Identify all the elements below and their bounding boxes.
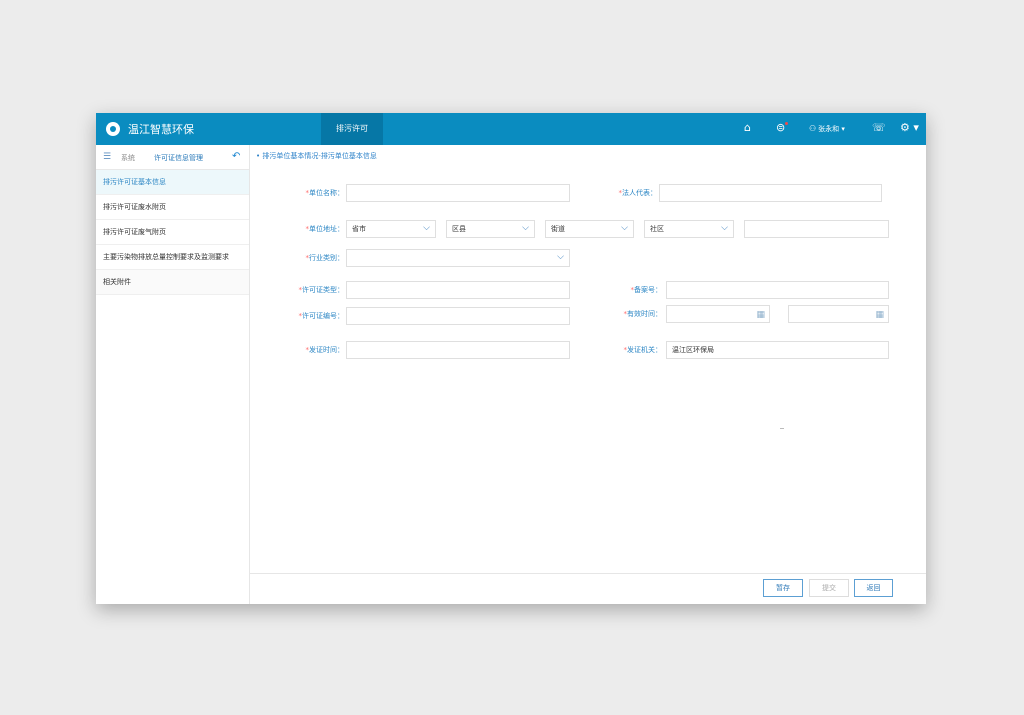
sidebar-item-basic-info[interactable]: 排污许可证基本信息 <box>96 170 249 195</box>
unit-name-field[interactable] <box>346 184 570 202</box>
app-title: 温江智慧环保 <box>128 123 194 136</box>
permit-type-field[interactable] <box>346 281 570 299</box>
legal-rep-label: *法人代表： <box>618 189 658 197</box>
phone-icon[interactable]: ☏ <box>872 121 886 134</box>
settings-icon[interactable]: ⚙ ▾ <box>900 121 919 134</box>
permit-management-title: 许可证信息管理 <box>154 154 203 162</box>
save-draft-button[interactable]: 暂存 <box>763 579 803 597</box>
message-icon[interactable]: ⊜ <box>776 121 785 134</box>
province-select[interactable]: 省市 <box>346 220 436 238</box>
system-label[interactable]: 系统 <box>121 153 135 163</box>
permit-no-label: *许可证编号： <box>298 312 345 320</box>
unit-name-label: *单位名称： <box>305 189 345 197</box>
industry-label: *行业类别： <box>305 254 345 262</box>
back-icon[interactable]: ↶ <box>232 151 240 162</box>
valid-end-date[interactable] <box>788 305 889 324</box>
date-range-separator <box>780 428 784 429</box>
legal-rep-field[interactable] <box>659 184 882 202</box>
issue-time-field[interactable] <box>346 341 570 359</box>
industry-select[interactable] <box>346 249 570 267</box>
issuer-field[interactable]: 温江区环保局 <box>666 341 889 359</box>
district-select[interactable]: 区县 <box>446 220 535 238</box>
street-select[interactable]: 街道 <box>545 220 634 238</box>
sidebar-item-attachments[interactable]: 相关附件 <box>96 270 249 295</box>
notification-dot <box>785 122 788 125</box>
submit-button[interactable]: 提交 <box>809 579 849 597</box>
user-name: 张永和 <box>818 125 840 133</box>
sidebar-item-total-control[interactable]: 主要污染物排放总量控制要求及监测要求 <box>96 245 249 270</box>
issue-time-label: *发证时间： <box>305 346 345 354</box>
user-menu[interactable]: 张永和 ▾ <box>809 124 845 134</box>
home-icon[interactable]: ⌂ <box>744 121 751 134</box>
footer-divider <box>250 573 926 574</box>
address-detail-field[interactable] <box>744 220 889 238</box>
sidebar-item-waste-gas[interactable]: 排污许可证废气附页 <box>96 220 249 245</box>
breadcrumb-text: 排污单位基本情况-排污单位基本信息 <box>262 152 377 160</box>
issuer-label: *发证机关： <box>623 346 663 354</box>
record-no-label: *备案号： <box>630 286 663 294</box>
record-no-field[interactable] <box>666 281 889 299</box>
unit-address-label: *单位地址： <box>305 225 345 233</box>
sidebar-header: ☰ 系统 许可证信息管理 ↶ <box>96 145 249 170</box>
sidebar-item-wastewater[interactable]: 排污许可证废水附页 <box>96 195 249 220</box>
sidebar: ☰ 系统 许可证信息管理 ↶ 排污许可证基本信息 排污许可证废水附页 排污许可证… <box>96 145 250 604</box>
logo-icon <box>106 122 120 136</box>
permit-no-field[interactable] <box>346 307 570 325</box>
permit-form: *单位名称： *法人代表： *单位地址： 省市 区县 街道 社区 *行业类别： … <box>250 169 926 573</box>
breadcrumb: • 排污单位基本情况-排污单位基本信息 <box>256 152 377 160</box>
valid-time-label: *有效时间： <box>623 310 663 318</box>
menu-icon[interactable]: ☰ <box>103 152 111 162</box>
back-button[interactable]: 返回 <box>854 579 893 597</box>
app-window: 温江智慧环保 排污许可 ⌂ ⊜ 张永和 ▾ ☏ ⚙ ▾ ☰ 系统 许可证信息管理… <box>96 113 926 604</box>
valid-start-date[interactable] <box>666 305 770 324</box>
top-navigation-bar: 温江智慧环保 排污许可 ⌂ ⊜ 张永和 ▾ ☏ ⚙ ▾ <box>96 113 926 145</box>
tab-pollution-permit[interactable]: 排污许可 <box>321 113 383 145</box>
community-select[interactable]: 社区 <box>644 220 734 238</box>
permit-type-label: *许可证类型： <box>298 286 345 294</box>
